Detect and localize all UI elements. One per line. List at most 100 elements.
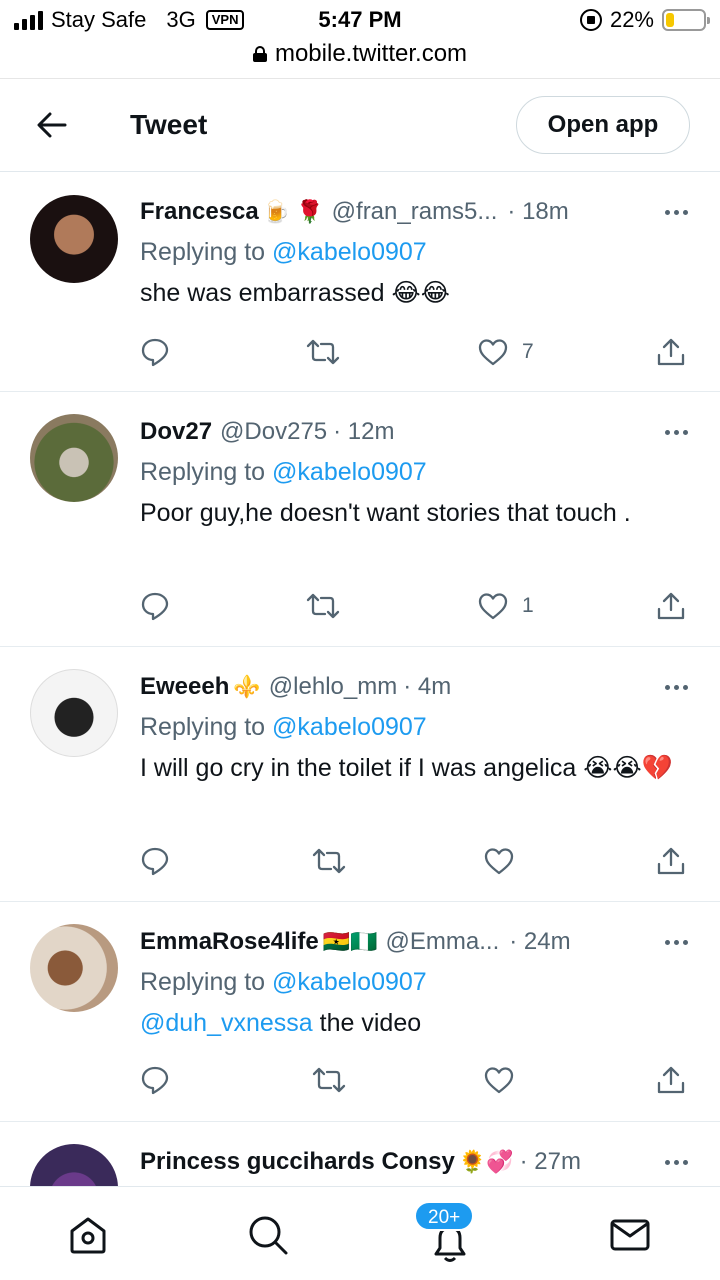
tweet-actions: 7 [140,332,690,372]
share-button[interactable] [656,332,686,372]
nav-messages-button[interactable] [604,1209,656,1261]
retweet-button[interactable] [306,332,340,372]
nav-home-button[interactable] [62,1209,114,1261]
network-type: 3G [166,7,196,32]
back-button[interactable] [22,95,82,155]
tweet-text: Poor guy,he doesn't want stories that to… [140,499,631,527]
tweet-text: @duh_vxnessa the video [140,1004,680,1042]
reply-button[interactable] [140,1060,170,1100]
tweet-time[interactable]: · 4m [403,673,451,701]
lock-icon [252,46,267,62]
reply-icon [141,847,169,876]
reply-icon [141,592,169,621]
name-emoji: ⚜️ [233,674,261,699]
replying-to-label: Replying to [140,713,266,741]
tweet-time[interactable]: · 24m [509,928,570,956]
share-button[interactable] [656,586,686,626]
tweet-time[interactable]: · 27m [520,1148,581,1176]
reply-mention-link[interactable]: @kabelo0907 [272,968,427,996]
status-bar: Stay Safe 3G VPN 5:47 PM 22% [0,0,720,40]
search-icon [249,1216,288,1255]
share-icon [657,338,685,366]
like-button[interactable]: 1 [478,586,534,626]
share-icon [657,592,685,620]
carrier-name: Stay Safe [51,7,147,32]
retweet-icon [312,1067,346,1093]
replying-to: Replying to @kabelo0907 [140,458,427,487]
name-emoji: 🇬🇭🇳🇬 [322,929,378,954]
replying-to-label: Replying to [140,968,266,996]
heart-icon [478,339,508,366]
like-button[interactable] [484,1060,514,1100]
reply-mention-link[interactable]: @kabelo0907 [272,238,427,266]
tweet-actions [140,1060,690,1100]
replying-to: Replying to @kabelo0907 [140,968,427,997]
tweet[interactable]: Francesca 🍺 🌹 @fran_rams5... · 18m Reply… [0,172,720,392]
tweet-actions: 1 [140,586,690,626]
retweet-button[interactable] [312,1060,346,1100]
tweet-time[interactable]: · 12m [333,418,394,446]
user-handle[interactable]: @Dov275 [220,418,327,446]
reply-mention-link[interactable]: @kabelo0907 [272,458,427,486]
user-name[interactable]: EmmaRose4life [140,928,319,956]
nav-search-button[interactable] [242,1209,294,1261]
bottom-navigation: 20+ [0,1186,720,1280]
retweet-button[interactable] [312,841,346,881]
user-handle[interactable]: @Emma... [386,928,500,956]
retweet-icon [306,593,340,619]
more-options-icon[interactable] [665,209,690,215]
avatar[interactable] [30,669,118,757]
reply-mention-link[interactable]: @kabelo0907 [272,713,427,741]
signal-strength-icon [14,10,43,30]
replying-to-label: Replying to [140,238,266,266]
name-emoji: 🍺 🌹 [262,199,324,224]
like-button[interactable]: 7 [478,332,534,372]
more-options-icon[interactable] [665,429,690,435]
user-name[interactable]: Eweeeh [140,673,229,701]
page-title: Tweet [130,109,208,140]
reply-button[interactable] [140,841,170,881]
page-header: Tweet Open app [0,78,720,172]
text-mention-link[interactable]: @duh_vxnessa [140,1009,313,1037]
reply-button[interactable] [140,586,170,626]
more-options-icon[interactable] [665,1159,690,1165]
share-button[interactable] [656,1060,686,1100]
battery-icon [662,9,710,31]
avatar[interactable] [30,414,118,502]
user-handle[interactable]: @lehlo_mm [269,673,397,701]
heart-icon [484,848,514,875]
heart-icon [484,1067,514,1094]
tweet[interactable]: EmmaRose4life 🇬🇭🇳🇬 @Emma... · 24m Replyi… [0,902,720,1122]
retweet-icon [306,339,340,365]
replying-to: Replying to @kabelo0907 [140,238,427,267]
avatar[interactable] [30,195,118,283]
tweet-text-body: the video [312,1009,422,1037]
url-text: mobile.twitter.com [274,40,468,67]
home-icon [70,1217,106,1254]
rotation-lock-icon [579,9,602,31]
tweet-text: I will go cry in the toilet if I was ang… [140,754,673,782]
avatar[interactable] [30,1144,118,1186]
avatar[interactable] [30,924,118,1012]
user-name[interactable]: Princess guccihards Consy [140,1148,455,1176]
user-name[interactable]: Francesca [140,198,259,226]
user-name[interactable]: Dov27 [140,418,212,446]
retweet-button[interactable] [306,586,340,626]
reply-button[interactable] [140,332,170,372]
replies-feed[interactable]: Francesca 🍺 🌹 @fran_rams5... · 18m Reply… [0,172,720,1186]
heart-icon [478,593,508,620]
replying-to-label: Replying to [140,458,266,486]
share-button[interactable] [656,841,686,881]
tweet[interactable]: Princess guccihards Consy 🌻💞 · 27m [0,1122,720,1186]
tweet-time[interactable]: · 18m [507,198,568,226]
user-handle[interactable]: @fran_rams5... [332,198,498,226]
tweet[interactable]: Dov27 @Dov275 · 12m Replying to @kabelo0… [0,392,720,647]
browser-url-bar[interactable]: mobile.twitter.com [0,36,720,72]
share-icon [657,1066,685,1094]
tweet[interactable]: Eweeeh ⚜️ @lehlo_mm · 4m Replying to @ka… [0,647,720,902]
like-button[interactable] [484,841,514,881]
more-options-icon[interactable] [665,684,690,690]
tweet-text: she was embarrassed 😂😂 [140,279,450,307]
open-app-button[interactable]: Open app [516,96,690,154]
more-options-icon[interactable] [665,939,690,945]
